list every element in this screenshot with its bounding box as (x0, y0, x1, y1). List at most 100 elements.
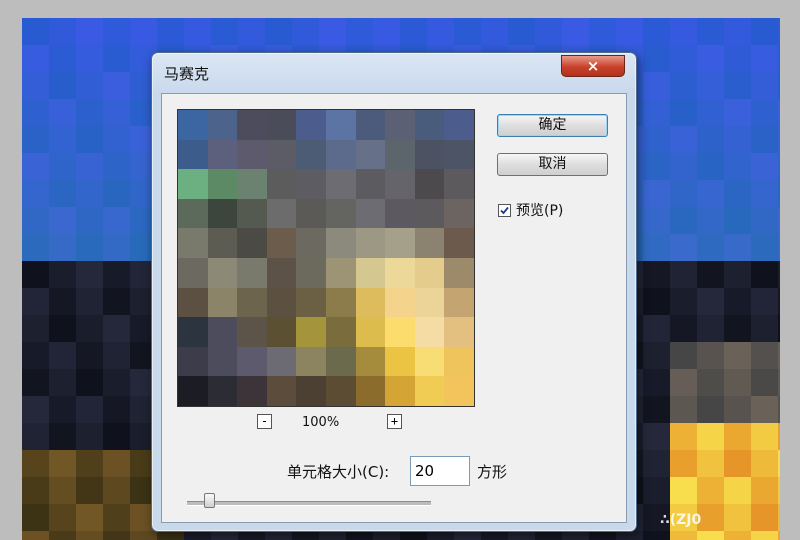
cancel-button[interactable]: 取消 (497, 153, 608, 176)
background-mosaic-cell (49, 396, 76, 423)
zoom-in-button[interactable]: + (387, 414, 402, 429)
preview-mosaic-cell (178, 228, 208, 259)
background-mosaic-cell (697, 234, 724, 261)
background-mosaic-cell (589, 531, 616, 540)
background-mosaic-cell (157, 18, 184, 45)
background-mosaic-cell (751, 423, 778, 450)
background-mosaic-cell (778, 288, 780, 315)
background-mosaic-cell (751, 153, 778, 180)
cell-size-input[interactable]: 20 (410, 456, 470, 486)
cell-size-slider-track[interactable] (187, 501, 431, 506)
background-mosaic-cell (400, 531, 427, 540)
background-mosaic-cell (670, 180, 697, 207)
preview-mosaic-cell (326, 198, 356, 229)
preview-mosaic-cell (237, 169, 268, 200)
close-button[interactable]: × (561, 55, 625, 77)
preview-mosaic-cell (266, 110, 297, 140)
background-mosaic-cell (697, 423, 724, 450)
preview-mosaic-cell (266, 346, 297, 377)
preview-mosaic-cell (355, 110, 386, 140)
background-mosaic-cell (103, 18, 130, 45)
background-mosaic-cell (670, 423, 697, 450)
preview-mosaic-cell (414, 110, 445, 140)
background-mosaic-cell (184, 531, 211, 540)
background-mosaic-cell (643, 72, 670, 99)
background-mosaic-cell (103, 99, 130, 126)
background-mosaic-cell (670, 450, 697, 477)
preview-mosaic-cell (355, 169, 386, 200)
background-mosaic-cell (697, 72, 724, 99)
background-mosaic-cell (643, 180, 670, 207)
background-mosaic-cell (535, 531, 562, 540)
preview-mosaic-cell (207, 110, 238, 140)
preview-mosaic-cell (237, 198, 268, 229)
background-mosaic-cell (724, 72, 751, 99)
background-mosaic-cell (49, 45, 76, 72)
background-mosaic-cell (778, 180, 780, 207)
preview-mosaic-cell (414, 287, 445, 318)
preview-mosaic-cell (444, 376, 475, 407)
background-mosaic-cell (724, 18, 751, 45)
background-mosaic-cell (670, 234, 697, 261)
background-mosaic-cell (724, 288, 751, 315)
background-mosaic-cell (103, 45, 130, 72)
background-mosaic-cell (103, 369, 130, 396)
background-mosaic-cell (211, 18, 238, 45)
background-mosaic-cell (76, 342, 103, 369)
background-mosaic-cell (427, 18, 454, 45)
background-mosaic-cell (643, 450, 670, 477)
background-mosaic-cell (778, 396, 780, 423)
background-mosaic-cell (778, 369, 780, 396)
preview-mosaic-cell (385, 287, 416, 318)
preview-mosaic-cell (237, 228, 268, 259)
background-mosaic-cell (22, 72, 49, 99)
preview-mosaic-cell (207, 139, 238, 170)
background-mosaic-cell (76, 477, 103, 504)
background-mosaic-cell (670, 126, 697, 153)
preview-mosaic-cell (296, 169, 327, 200)
preview-mosaic-cell (178, 139, 208, 170)
preview-checkbox-row[interactable]: 预览(P) (498, 200, 563, 220)
ok-button[interactable]: 确定 (497, 114, 608, 137)
preview-mosaic-cell (414, 198, 445, 229)
background-mosaic-cell (670, 18, 697, 45)
background-mosaic-cell (751, 288, 778, 315)
background-mosaic-cell (265, 531, 292, 540)
background-mosaic-cell (724, 342, 751, 369)
background-mosaic-cell (697, 126, 724, 153)
background-mosaic-cell (670, 342, 697, 369)
background-mosaic-cell (751, 477, 778, 504)
background-mosaic-cell (778, 207, 780, 234)
preview-pane[interactable] (177, 109, 475, 407)
preview-mosaic-cell (266, 198, 297, 229)
background-mosaic-cell (724, 315, 751, 342)
background-mosaic-cell (49, 450, 76, 477)
preview-mosaic-cell (178, 287, 208, 318)
preview-mosaic-cell (178, 317, 208, 348)
background-mosaic-cell (319, 531, 346, 540)
background-mosaic-cell (778, 342, 780, 369)
background-mosaic-cell (670, 153, 697, 180)
preview-mosaic-cell (207, 228, 238, 259)
preview-mosaic-cell (444, 287, 475, 318)
background-mosaic-cell (670, 99, 697, 126)
preview-mosaic-cell (237, 287, 268, 318)
background-mosaic-cell (22, 531, 49, 540)
background-mosaic-cell (697, 45, 724, 72)
preview-mosaic-cell (326, 317, 356, 348)
background-mosaic-cell (319, 18, 346, 45)
background-mosaic-cell (22, 153, 49, 180)
dialog-client-area: - 100% + 确定 取消 预览(P) 单元格大小(C): 20 方形 (161, 93, 627, 523)
background-mosaic-cell (76, 18, 103, 45)
preview-mosaic-cell (414, 376, 445, 407)
cell-size-slider-thumb[interactable] (203, 493, 215, 508)
preview-mosaic-cell (207, 287, 238, 318)
zoom-out-button[interactable]: - (257, 414, 272, 429)
background-mosaic-cell (724, 369, 751, 396)
background-mosaic-cell (49, 126, 76, 153)
background-mosaic-cell (643, 261, 670, 288)
background-mosaic-cell (724, 423, 751, 450)
preview-mosaic-cell (326, 258, 356, 288)
preview-checkbox[interactable] (498, 203, 511, 217)
preview-mosaic-cell (296, 346, 327, 377)
